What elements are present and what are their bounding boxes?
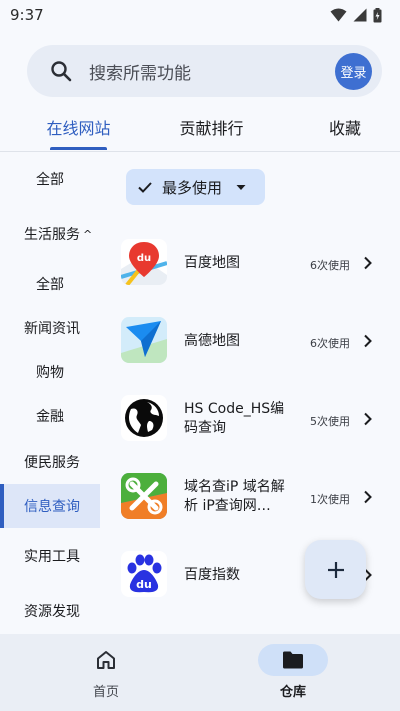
sidebar-item-shopping[interactable]: 购物 <box>0 360 100 384</box>
sidebar-item-finance[interactable]: 金融 <box>0 404 100 428</box>
baidu-map-icon: du <box>121 239 167 285</box>
sidebar-active-indicator <box>0 484 4 528</box>
sidebar-item-label: 信息查询 <box>24 499 80 515</box>
chevron-right-icon <box>364 412 372 426</box>
sidebar-item-news[interactable]: 新闻资讯 <box>0 316 100 340</box>
folder-icon <box>283 651 303 669</box>
chevron-right-icon <box>364 490 372 504</box>
sidebar-item-label: 便民服务 <box>24 455 80 471</box>
nav-home-icon-wrap <box>71 644 141 676</box>
search-input[interactable]: 搜索所需功能 <box>89 59 335 84</box>
tab-bar: 在线网站 贡献排行 收藏 <box>0 106 400 152</box>
site-name: HS Code_HS编码查询 <box>184 401 285 436</box>
globe-icon <box>121 395 167 441</box>
site-usage-count: 1次使用 <box>310 493 350 506</box>
check-icon <box>138 182 152 193</box>
nav-repository[interactable]: 仓库 <box>233 644 353 704</box>
dropdown-arrow-icon <box>236 185 246 190</box>
site-usage-count: 5次使用 <box>310 415 350 428</box>
sidebar-item-convenience[interactable]: 便民服务 <box>0 450 100 474</box>
sidebar-item-label: 资源发现 <box>24 604 80 620</box>
amap-icon <box>121 317 167 363</box>
sort-filter-label: 最多使用 <box>162 178 223 197</box>
sidebar-item-label: 新闻资讯 <box>24 321 80 337</box>
svg-text:du: du <box>136 578 152 591</box>
tools-icon <box>121 473 167 519</box>
site-row-domain-ip-lookup[interactable]: 域名查iP 域名解析 iP查询网… 1次使用 <box>100 462 400 532</box>
tab-active-indicator <box>50 147 107 150</box>
sort-filter-chip[interactable]: 最多使用 <box>126 169 265 205</box>
sidebar-item-life-services[interactable]: 生活服务 ^ <box>0 222 100 246</box>
status-icons <box>330 7 382 23</box>
site-name: 百度地图 <box>184 255 240 271</box>
sidebar-item-life-all[interactable]: 全部 <box>0 272 100 296</box>
search-bar[interactable]: 搜索所需功能 登录 <box>27 45 382 97</box>
site-row-hs-code[interactable]: HS Code_HS编码查询 5次使用 <box>100 384 400 454</box>
nav-home[interactable]: 首页 <box>46 644 166 704</box>
sidebar-item-resources[interactable]: 资源发现 <box>0 599 100 623</box>
chevron-right-icon <box>364 256 372 270</box>
sidebar-item-label: 全部 <box>36 172 64 188</box>
baidu-paw-icon: du <box>121 551 167 597</box>
wifi-icon <box>330 8 347 22</box>
sidebar-item-label: 金融 <box>36 409 64 425</box>
site-usage-count: 6次使用 <box>310 259 350 272</box>
sidebar-item-label: 生活服务 <box>24 227 80 243</box>
sidebar-item-label: 实用工具 <box>24 549 80 565</box>
category-sidebar: 全部 生活服务 ^ 全部 新闻资讯 购物 金融 便民服务 信息查询 实用工具 资… <box>0 152 100 634</box>
signal-icon <box>353 8 367 22</box>
sidebar-item-all[interactable]: 全部 <box>0 167 100 191</box>
sidebar-item-label: 全部 <box>36 277 64 293</box>
site-name: 高德地图 <box>184 333 240 349</box>
nav-repository-label: 仓库 <box>279 685 306 700</box>
status-bar: 9:37 <box>0 0 400 30</box>
plus-icon <box>327 561 344 578</box>
sidebar-item-info-query[interactable]: 信息查询 <box>0 484 100 528</box>
sidebar-item-utilities[interactable]: 实用工具 <box>0 544 100 568</box>
chevron-right-icon <box>364 334 372 348</box>
add-site-button[interactable] <box>305 540 366 599</box>
login-button[interactable]: 登录 <box>335 52 372 90</box>
tab-favorites[interactable]: 收藏 <box>305 106 385 152</box>
svg-text:du: du <box>137 253 151 264</box>
search-icon <box>51 61 72 82</box>
site-name: 百度指数 <box>184 567 240 583</box>
chevron-up-icon: ^ <box>83 227 93 241</box>
site-row-baidu-map[interactable]: du 百度地图 6次使用 <box>100 228 400 298</box>
status-time: 9:37 <box>10 6 44 24</box>
tab-online-sites[interactable]: 在线网站 <box>30 106 127 152</box>
site-usage-count: 6次使用 <box>310 337 350 350</box>
battery-icon <box>373 7 382 22</box>
home-icon <box>97 651 115 669</box>
nav-home-label: 首页 <box>92 685 119 700</box>
nav-repository-icon-wrap <box>258 644 328 676</box>
sidebar-item-label: 购物 <box>36 365 64 381</box>
tab-contribution-ranking[interactable]: 贡献排行 <box>163 106 260 152</box>
site-name: 域名查iP 域名解析 iP查询网… <box>184 479 285 514</box>
site-row-amap[interactable]: 高德地图 6次使用 <box>100 306 400 376</box>
bottom-navigation: 首页 仓库 <box>0 634 400 711</box>
